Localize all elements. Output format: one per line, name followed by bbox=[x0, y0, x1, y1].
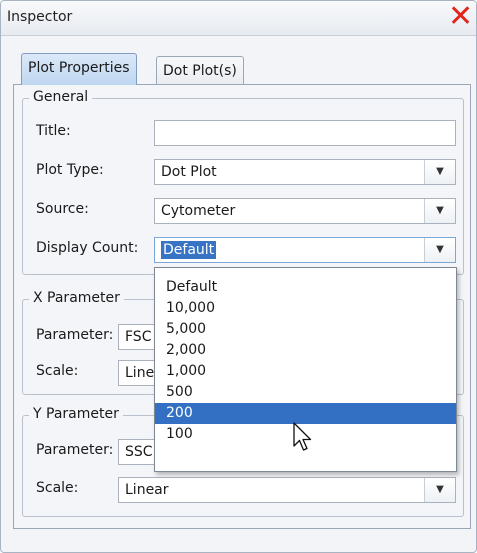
option-10000[interactable]: 10,000 bbox=[155, 298, 456, 319]
option-500[interactable]: 500 bbox=[155, 382, 456, 403]
mouse-pointer-icon bbox=[293, 422, 312, 451]
y-scale-label: Scale: bbox=[36, 480, 79, 496]
y-scale-select[interactable]: Linear ▼ bbox=[118, 477, 456, 503]
source-label: Source: bbox=[36, 201, 89, 217]
chevron-down-icon[interactable]: ▼ bbox=[424, 199, 455, 223]
inspector-window: Inspector ✕ Plot Properties Dot Plot(s) … bbox=[0, 0, 477, 553]
option-1000[interactable]: 1,000 bbox=[155, 361, 456, 382]
display-count-label: Display Count: bbox=[36, 240, 139, 256]
chevron-down-icon[interactable]: ▼ bbox=[424, 478, 455, 502]
y-parameter-legend: Y Parameter bbox=[29, 406, 123, 422]
y-parameter-value: SSC bbox=[125, 444, 153, 460]
source-select[interactable]: Cytometer ▼ bbox=[154, 198, 456, 224]
y-scale-value: Linear bbox=[125, 482, 169, 498]
display-count-select[interactable]: Default ▼ bbox=[154, 237, 456, 263]
option-5000[interactable]: 5,000 bbox=[155, 319, 456, 340]
tab-dot-plots[interactable]: Dot Plot(s) bbox=[156, 56, 244, 86]
chevron-down-icon[interactable]: ▼ bbox=[424, 238, 455, 262]
plot-type-label: Plot Type: bbox=[36, 162, 104, 178]
x-parameter-value: FSC bbox=[125, 329, 152, 345]
y-parameter-label: Parameter: bbox=[36, 442, 114, 458]
title-label: Title: bbox=[36, 123, 71, 139]
chevron-down-icon[interactable]: ▼ bbox=[424, 160, 455, 184]
x-parameter-label: Parameter: bbox=[36, 327, 114, 343]
x-scale-label: Scale: bbox=[36, 363, 79, 379]
option-default[interactable]: Default bbox=[155, 277, 456, 298]
x-parameter-legend: X Parameter bbox=[29, 290, 124, 306]
plot-type-value: Dot Plot bbox=[161, 164, 217, 180]
option-2000[interactable]: 2,000 bbox=[155, 340, 456, 361]
option-200[interactable]: 200 bbox=[155, 403, 456, 424]
plot-type-select[interactable]: Dot Plot ▼ bbox=[154, 159, 456, 185]
display-count-value: Default bbox=[161, 241, 217, 259]
window-title: Inspector bbox=[7, 9, 73, 25]
general-group: General Title: Plot Type: Dot Plot ▼ Sou… bbox=[22, 89, 464, 275]
title-input[interactable] bbox=[154, 120, 456, 146]
title-bar: Inspector ✕ bbox=[1, 1, 476, 36]
close-icon[interactable]: ✕ bbox=[448, 1, 473, 33]
tab-plot-properties[interactable]: Plot Properties bbox=[21, 53, 137, 85]
source-value: Cytometer bbox=[161, 203, 236, 219]
general-legend: General bbox=[29, 89, 93, 105]
